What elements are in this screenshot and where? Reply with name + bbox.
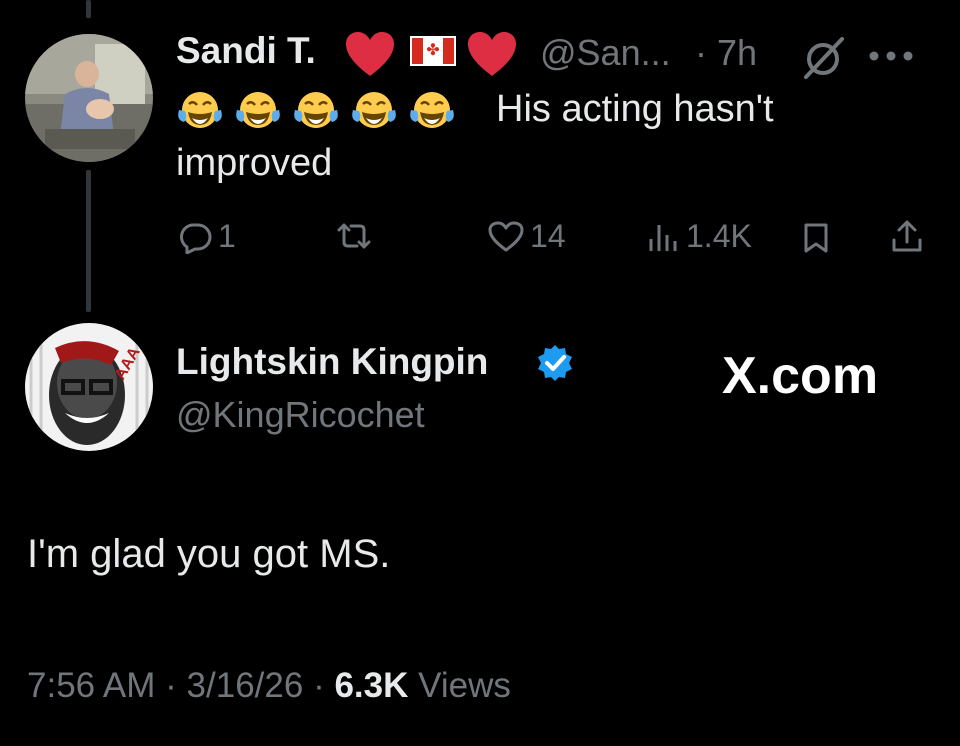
reply-icon <box>180 223 212 254</box>
reply-time[interactable]: · 7h <box>695 32 757 74</box>
laughing-crying-icon <box>352 92 396 128</box>
reply-display-name[interactable]: Sandi T. <box>176 30 316 72</box>
reply-count: 1 <box>218 218 236 254</box>
reply-text-line1: His acting hasn't <box>496 88 774 130</box>
laughing-emoji-row <box>176 88 456 132</box>
reply-handle[interactable]: @San... <box>540 32 671 74</box>
laughing-crying-icon <box>410 92 454 128</box>
laughing-crying-icon <box>236 92 280 128</box>
reply-text-line2: improved <box>176 142 333 184</box>
more-options-icon[interactable] <box>868 50 914 62</box>
red-heart-icon <box>468 32 516 76</box>
author-handle[interactable]: @KingRicochet <box>176 394 425 436</box>
repost-button[interactable] <box>333 220 375 252</box>
tweet-time[interactable]: 7:56 AM <box>27 666 155 705</box>
heart-outline-icon <box>488 221 524 251</box>
views-button[interactable]: 1.4K <box>646 218 752 255</box>
canada-flag-icon: ✤ <box>410 36 456 66</box>
repost-icon <box>337 223 371 249</box>
reply-button[interactable]: 1 <box>178 218 236 255</box>
grok-icon[interactable] <box>800 35 846 81</box>
laughing-crying-icon <box>178 92 222 128</box>
tweet-text: I'm glad you got MS. <box>27 532 391 576</box>
analytics-icon <box>649 224 677 251</box>
views-count: 6.3K <box>334 666 409 705</box>
tweet-timestamp: 7:56 AM · 3/16/26 · 6.3K Views <box>27 666 511 705</box>
views-label: Views <box>418 666 511 705</box>
thread-line-top <box>86 0 91 18</box>
x-com-watermark: X.com <box>722 347 879 405</box>
verified-badge-icon <box>538 345 572 381</box>
avatar[interactable]: AAA <box>25 323 153 451</box>
like-count: 14 <box>530 218 566 254</box>
share-icon[interactable] <box>890 218 924 254</box>
avatar[interactable] <box>25 34 153 162</box>
avatar-photo <box>25 34 153 162</box>
tweet-date[interactable]: 3/16/26 <box>187 666 304 705</box>
laughing-crying-icon <box>294 92 338 128</box>
bookmark-icon[interactable] <box>802 222 830 254</box>
like-button[interactable]: 14 <box>488 218 566 255</box>
avatar-photo: AAA <box>25 323 153 451</box>
thread-line-connector <box>86 170 91 312</box>
red-heart-icon <box>346 32 394 76</box>
view-count: 1.4K <box>686 218 752 254</box>
author-display-name[interactable]: Lightskin Kingpin <box>176 341 488 383</box>
